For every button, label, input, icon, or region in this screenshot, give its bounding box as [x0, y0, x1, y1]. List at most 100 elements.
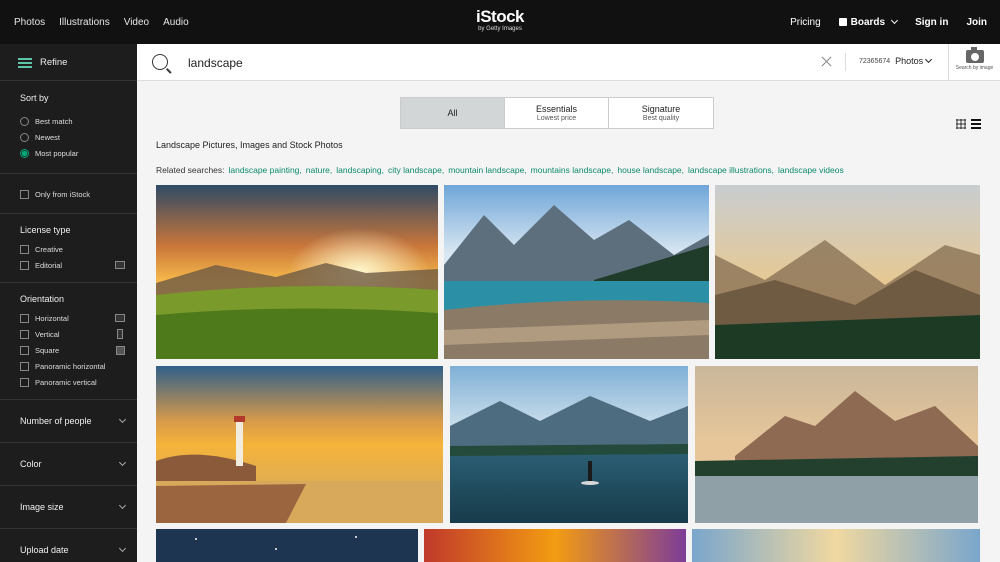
checkbox[interactable]	[20, 377, 29, 387]
logo-subtext: by Getty Images	[478, 26, 522, 32]
orientation-horizontal[interactable]: Horizontal	[20, 310, 137, 326]
istock-logo[interactable]: iStock by Getty Images	[463, 8, 537, 33]
only-from-istock[interactable]: Only from iStock	[20, 186, 137, 202]
tab-label: Essentials	[535, 104, 578, 114]
grid-view-icon[interactable]	[956, 119, 966, 129]
chevron-down-icon	[925, 55, 933, 64]
checkbox[interactable]	[20, 361, 29, 371]
related-link[interactable]: house landscape,	[617, 165, 684, 175]
tab-signature[interactable]: Signature Best quality	[609, 98, 713, 128]
orientation-label: Panoramic horizontal	[35, 361, 106, 371]
page-title: Landscape Pictures, Images and Stock Pho…	[156, 140, 343, 150]
checkbox[interactable]	[20, 260, 29, 270]
orientation-section: Orientation Horizontal Vertical Square P…	[0, 283, 137, 400]
nav-audio[interactable]: Audio	[163, 17, 189, 28]
image-size-filter[interactable]: Image size	[0, 486, 137, 529]
related-link[interactable]: landscape illustrations,	[688, 165, 774, 175]
sort-newest[interactable]: Newest	[20, 129, 137, 145]
tab-label: All	[447, 108, 458, 118]
refine-header[interactable]: Refine	[0, 44, 137, 81]
related-link[interactable]: landscape videos	[778, 165, 844, 175]
checkbox[interactable]	[20, 244, 29, 254]
chevron-down-icon	[118, 415, 127, 424]
media-type-label: Photos	[895, 55, 933, 66]
related-link[interactable]: mountains landscape,	[531, 165, 614, 175]
upload-date-filter[interactable]: Upload date	[0, 529, 137, 562]
sort-by-section: Sort by Best match Newest Most popular	[0, 81, 137, 174]
signin-link[interactable]: Sign in	[915, 17, 948, 28]
checkbox[interactable]	[20, 313, 29, 323]
boards-label: Boards	[850, 16, 886, 28]
nav-photos[interactable]: Photos	[14, 17, 45, 28]
sort-option-label: Most popular	[35, 148, 79, 158]
orientation-vertical[interactable]: Vertical	[20, 326, 137, 342]
orientation-panoramic-vertical[interactable]: Panoramic vertical	[20, 374, 137, 390]
media-type-select[interactable]: 72365674 Photos	[859, 55, 933, 66]
chevron-down-icon	[118, 458, 127, 467]
image-sunset-meadow[interactable]	[156, 185, 438, 359]
media-count: 72365674	[859, 57, 891, 65]
pricing-link[interactable]: Pricing	[790, 17, 821, 28]
refine-label: Refine	[40, 56, 68, 68]
filter-label: Upload date	[20, 545, 69, 555]
nav-video[interactable]: Video	[124, 17, 149, 28]
checkbox[interactable]	[20, 329, 29, 339]
chevron-down-icon	[118, 501, 127, 510]
radio-button[interactable]	[20, 116, 29, 126]
editorial-icon	[115, 261, 125, 269]
filter-sidebar: Refine Sort by Best match Newest Most po…	[0, 44, 137, 562]
search-by-image-button[interactable]: Search by image	[948, 44, 1000, 81]
nav-illustrations[interactable]: Illustrations	[59, 17, 110, 28]
checkbox[interactable]	[20, 189, 29, 199]
join-link[interactable]: Join	[966, 17, 987, 28]
related-label: Related searches:	[156, 165, 225, 175]
license-option-label: Creative	[35, 244, 63, 254]
collection-tabs: All Essentials Lowest price Signature Best…	[400, 97, 714, 129]
image-lighthouse-sunset[interactable]	[156, 366, 443, 523]
boards-icon	[838, 18, 847, 26]
search-icon[interactable]	[152, 54, 168, 70]
vertical-icon	[117, 329, 123, 339]
sort-option-label: Newest	[35, 132, 61, 142]
search-input[interactable]	[188, 54, 788, 72]
orientation-label: Horizontal	[35, 313, 69, 323]
only-from-label: Only from iStock	[35, 189, 91, 199]
related-link[interactable]: landscape painting,	[229, 165, 302, 175]
related-link[interactable]: landscaping,	[336, 165, 384, 175]
orientation-square[interactable]: Square	[20, 342, 137, 358]
orientation-panoramic-horizontal[interactable]: Panoramic horizontal	[20, 358, 137, 374]
number-of-people-filter[interactable]: Number of people	[0, 400, 137, 443]
image-misty-mountains[interactable]	[715, 185, 980, 359]
camera-icon	[965, 47, 984, 63]
image-fiery-clouds[interactable]	[424, 529, 686, 562]
tab-essentials[interactable]: Essentials Lowest price	[505, 98, 609, 128]
boards-menu[interactable]: Boards	[838, 16, 899, 28]
image-starry-sky[interactable]	[156, 529, 418, 562]
related-link[interactable]: city landscape,	[388, 165, 444, 175]
only-from-section: Only from iStock	[0, 174, 137, 214]
filter-label: Number of people	[20, 416, 92, 426]
sort-best-match[interactable]: Best match	[20, 113, 137, 129]
related-link[interactable]: nature,	[306, 165, 332, 175]
sort-option-label: Best match	[35, 116, 73, 126]
license-creative[interactable]: Creative	[20, 241, 137, 257]
checkbox[interactable]	[20, 345, 29, 355]
search-by-image-label: Search by image	[955, 65, 994, 71]
radio-button-selected[interactable]	[20, 148, 29, 158]
radio-button[interactable]	[20, 132, 29, 142]
image-mountain-lake-logs[interactable]	[444, 185, 709, 359]
related-link[interactable]: mountain landscape,	[448, 165, 526, 175]
image-paddleboard-lake[interactable]	[450, 366, 688, 523]
view-toggle	[956, 119, 981, 129]
color-filter[interactable]: Color	[0, 443, 137, 486]
sort-most-popular[interactable]: Most popular	[20, 145, 137, 161]
clear-icon[interactable]	[821, 56, 832, 67]
mosaic-view-icon[interactable]	[971, 119, 981, 129]
license-editorial[interactable]: Editorial	[20, 257, 137, 273]
image-rocky-peak-lake[interactable]	[695, 366, 978, 523]
filter-label: Image size	[20, 502, 64, 512]
orientation-label: Square	[35, 345, 60, 355]
related-searches: Related searches: landscape painting, na…	[156, 165, 844, 175]
tab-all[interactable]: All	[401, 98, 505, 128]
image-sun-rays-sky[interactable]	[692, 529, 980, 562]
